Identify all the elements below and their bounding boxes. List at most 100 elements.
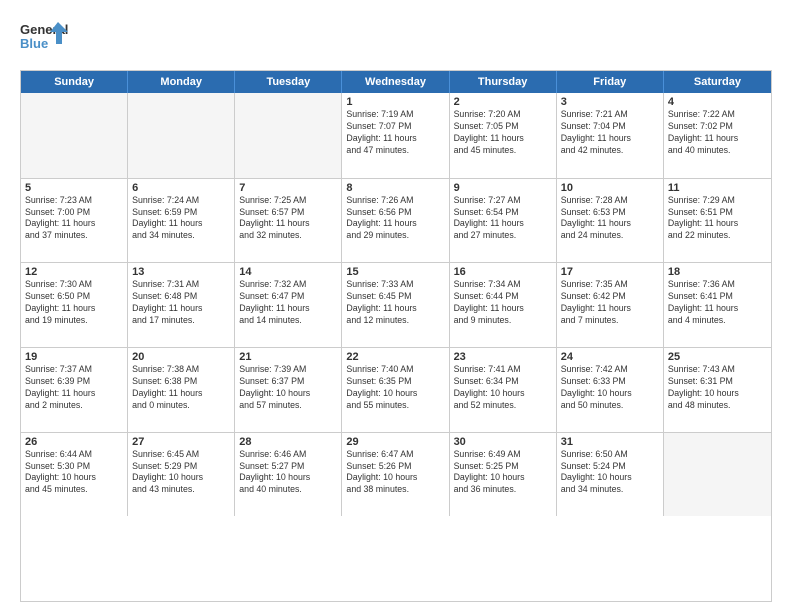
calendar-cell: 12Sunrise: 7:30 AM Sunset: 6:50 PM Dayli…	[21, 263, 128, 347]
calendar-cell: 19Sunrise: 7:37 AM Sunset: 6:39 PM Dayli…	[21, 348, 128, 432]
calendar-cell: 28Sunrise: 6:46 AM Sunset: 5:27 PM Dayli…	[235, 433, 342, 517]
weekday-header-saturday: Saturday	[664, 71, 771, 93]
day-number: 2	[454, 96, 552, 108]
cell-info: Sunrise: 6:45 AM Sunset: 5:29 PM Dayligh…	[132, 449, 230, 497]
cell-info: Sunrise: 7:37 AM Sunset: 6:39 PM Dayligh…	[25, 364, 123, 412]
day-number: 30	[454, 436, 552, 448]
calendar-cell: 17Sunrise: 7:35 AM Sunset: 6:42 PM Dayli…	[557, 263, 664, 347]
calendar-header: SundayMondayTuesdayWednesdayThursdayFrid…	[21, 71, 771, 93]
calendar-row: 1Sunrise: 7:19 AM Sunset: 7:07 PM Daylig…	[21, 93, 771, 178]
day-number: 23	[454, 351, 552, 363]
cell-info: Sunrise: 7:34 AM Sunset: 6:44 PM Dayligh…	[454, 279, 552, 327]
day-number: 13	[132, 266, 230, 278]
day-number: 10	[561, 182, 659, 194]
day-number: 31	[561, 436, 659, 448]
cell-info: Sunrise: 7:35 AM Sunset: 6:42 PM Dayligh…	[561, 279, 659, 327]
day-number: 5	[25, 182, 123, 194]
calendar-cell: 4Sunrise: 7:22 AM Sunset: 7:02 PM Daylig…	[664, 93, 771, 178]
weekday-header-wednesday: Wednesday	[342, 71, 449, 93]
calendar-cell: 26Sunrise: 6:44 AM Sunset: 5:30 PM Dayli…	[21, 433, 128, 517]
calendar-cell: 14Sunrise: 7:32 AM Sunset: 6:47 PM Dayli…	[235, 263, 342, 347]
cell-info: Sunrise: 7:29 AM Sunset: 6:51 PM Dayligh…	[668, 195, 767, 243]
calendar-cell: 6Sunrise: 7:24 AM Sunset: 6:59 PM Daylig…	[128, 179, 235, 263]
day-number: 28	[239, 436, 337, 448]
day-number: 12	[25, 266, 123, 278]
cell-info: Sunrise: 7:30 AM Sunset: 6:50 PM Dayligh…	[25, 279, 123, 327]
calendar-cell: 5Sunrise: 7:23 AM Sunset: 7:00 PM Daylig…	[21, 179, 128, 263]
calendar-row: 19Sunrise: 7:37 AM Sunset: 6:39 PM Dayli…	[21, 347, 771, 432]
day-number: 25	[668, 351, 767, 363]
page-header: GeneralBlue	[20, 16, 772, 60]
cell-info: Sunrise: 7:33 AM Sunset: 6:45 PM Dayligh…	[346, 279, 444, 327]
calendar-cell: 11Sunrise: 7:29 AM Sunset: 6:51 PM Dayli…	[664, 179, 771, 263]
calendar-cell: 7Sunrise: 7:25 AM Sunset: 6:57 PM Daylig…	[235, 179, 342, 263]
cell-info: Sunrise: 7:42 AM Sunset: 6:33 PM Dayligh…	[561, 364, 659, 412]
cell-info: Sunrise: 7:43 AM Sunset: 6:31 PM Dayligh…	[668, 364, 767, 412]
weekday-header-tuesday: Tuesday	[235, 71, 342, 93]
calendar-cell	[21, 93, 128, 178]
calendar-cell: 3Sunrise: 7:21 AM Sunset: 7:04 PM Daylig…	[557, 93, 664, 178]
day-number: 15	[346, 266, 444, 278]
svg-text:Blue: Blue	[20, 36, 48, 51]
cell-info: Sunrise: 6:44 AM Sunset: 5:30 PM Dayligh…	[25, 449, 123, 497]
calendar-cell: 16Sunrise: 7:34 AM Sunset: 6:44 PM Dayli…	[450, 263, 557, 347]
weekday-header-friday: Friday	[557, 71, 664, 93]
day-number: 17	[561, 266, 659, 278]
day-number: 14	[239, 266, 337, 278]
cell-info: Sunrise: 7:25 AM Sunset: 6:57 PM Dayligh…	[239, 195, 337, 243]
day-number: 24	[561, 351, 659, 363]
calendar-cell: 21Sunrise: 7:39 AM Sunset: 6:37 PM Dayli…	[235, 348, 342, 432]
day-number: 21	[239, 351, 337, 363]
cell-info: Sunrise: 7:31 AM Sunset: 6:48 PM Dayligh…	[132, 279, 230, 327]
day-number: 9	[454, 182, 552, 194]
calendar-cell: 24Sunrise: 7:42 AM Sunset: 6:33 PM Dayli…	[557, 348, 664, 432]
calendar-cell: 25Sunrise: 7:43 AM Sunset: 6:31 PM Dayli…	[664, 348, 771, 432]
weekday-header-thursday: Thursday	[450, 71, 557, 93]
calendar-cell	[235, 93, 342, 178]
day-number: 8	[346, 182, 444, 194]
day-number: 22	[346, 351, 444, 363]
calendar-cell: 22Sunrise: 7:40 AM Sunset: 6:35 PM Dayli…	[342, 348, 449, 432]
calendar-cell: 15Sunrise: 7:33 AM Sunset: 6:45 PM Dayli…	[342, 263, 449, 347]
calendar-row: 26Sunrise: 6:44 AM Sunset: 5:30 PM Dayli…	[21, 432, 771, 517]
day-number: 26	[25, 436, 123, 448]
day-number: 7	[239, 182, 337, 194]
day-number: 16	[454, 266, 552, 278]
logo-icon: GeneralBlue	[20, 16, 70, 60]
cell-info: Sunrise: 7:22 AM Sunset: 7:02 PM Dayligh…	[668, 109, 767, 157]
weekday-header-sunday: Sunday	[21, 71, 128, 93]
calendar-cell: 31Sunrise: 6:50 AM Sunset: 5:24 PM Dayli…	[557, 433, 664, 517]
calendar-cell: 29Sunrise: 6:47 AM Sunset: 5:26 PM Dayli…	[342, 433, 449, 517]
logo: GeneralBlue	[20, 16, 70, 60]
cell-info: Sunrise: 7:36 AM Sunset: 6:41 PM Dayligh…	[668, 279, 767, 327]
day-number: 18	[668, 266, 767, 278]
cell-info: Sunrise: 7:23 AM Sunset: 7:00 PM Dayligh…	[25, 195, 123, 243]
cell-info: Sunrise: 7:40 AM Sunset: 6:35 PM Dayligh…	[346, 364, 444, 412]
cell-info: Sunrise: 6:47 AM Sunset: 5:26 PM Dayligh…	[346, 449, 444, 497]
calendar-body: 1Sunrise: 7:19 AM Sunset: 7:07 PM Daylig…	[21, 93, 771, 601]
day-number: 11	[668, 182, 767, 194]
calendar-cell: 27Sunrise: 6:45 AM Sunset: 5:29 PM Dayli…	[128, 433, 235, 517]
cell-info: Sunrise: 7:24 AM Sunset: 6:59 PM Dayligh…	[132, 195, 230, 243]
day-number: 4	[668, 96, 767, 108]
calendar-row: 5Sunrise: 7:23 AM Sunset: 7:00 PM Daylig…	[21, 178, 771, 263]
calendar-cell: 30Sunrise: 6:49 AM Sunset: 5:25 PM Dayli…	[450, 433, 557, 517]
calendar-cell: 9Sunrise: 7:27 AM Sunset: 6:54 PM Daylig…	[450, 179, 557, 263]
cell-info: Sunrise: 7:28 AM Sunset: 6:53 PM Dayligh…	[561, 195, 659, 243]
cell-info: Sunrise: 6:50 AM Sunset: 5:24 PM Dayligh…	[561, 449, 659, 497]
day-number: 27	[132, 436, 230, 448]
cell-info: Sunrise: 7:41 AM Sunset: 6:34 PM Dayligh…	[454, 364, 552, 412]
cell-info: Sunrise: 7:19 AM Sunset: 7:07 PM Dayligh…	[346, 109, 444, 157]
cell-info: Sunrise: 7:38 AM Sunset: 6:38 PM Dayligh…	[132, 364, 230, 412]
cell-info: Sunrise: 6:46 AM Sunset: 5:27 PM Dayligh…	[239, 449, 337, 497]
calendar: SundayMondayTuesdayWednesdayThursdayFrid…	[20, 70, 772, 602]
cell-info: Sunrise: 7:20 AM Sunset: 7:05 PM Dayligh…	[454, 109, 552, 157]
cell-info: Sunrise: 7:39 AM Sunset: 6:37 PM Dayligh…	[239, 364, 337, 412]
weekday-header-monday: Monday	[128, 71, 235, 93]
calendar-cell	[664, 433, 771, 517]
calendar-cell: 1Sunrise: 7:19 AM Sunset: 7:07 PM Daylig…	[342, 93, 449, 178]
day-number: 20	[132, 351, 230, 363]
calendar-cell: 2Sunrise: 7:20 AM Sunset: 7:05 PM Daylig…	[450, 93, 557, 178]
cell-info: Sunrise: 7:27 AM Sunset: 6:54 PM Dayligh…	[454, 195, 552, 243]
day-number: 19	[25, 351, 123, 363]
